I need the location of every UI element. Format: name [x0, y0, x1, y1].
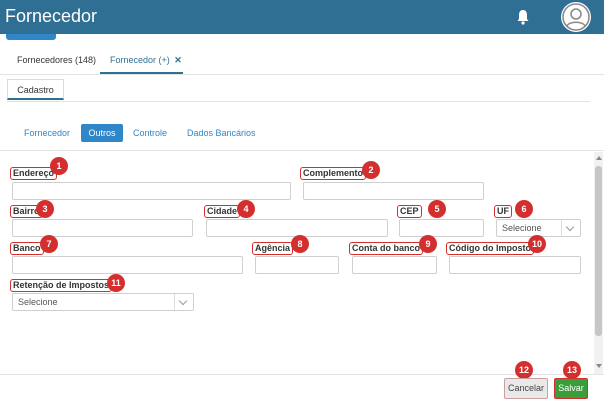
- cidade-label: Cidade: [204, 205, 241, 218]
- endereco-input[interactable]: [12, 182, 291, 200]
- form-scrollbar[interactable]: [594, 152, 603, 374]
- active-tab-indicator: [100, 72, 183, 74]
- annotation-badge-12: 12: [515, 361, 533, 379]
- annotation-badge-7: 7: [40, 235, 58, 253]
- save-button[interactable]: Salvar: [554, 378, 588, 399]
- tab-fornecedores[interactable]: Fornecedores (148): [17, 54, 96, 66]
- codigo-imposto-label: Código do Imposto: [446, 242, 534, 255]
- form-card-border: [0, 150, 604, 151]
- annotation-badge-13: 13: [563, 361, 581, 379]
- bell-icon[interactable]: [516, 9, 530, 25]
- subtab-cadastro[interactable]: Cadastro: [7, 79, 64, 100]
- scroll-up-icon[interactable]: [596, 156, 602, 160]
- agencia-input[interactable]: [255, 256, 339, 274]
- cancel-button[interactable]: Cancelar: [504, 378, 548, 399]
- cep-label: CEP: [397, 205, 422, 218]
- annotation-badge-9: 9: [419, 235, 437, 253]
- complemento-input[interactable]: [303, 182, 484, 200]
- select-divider: [174, 294, 175, 310]
- user-avatar[interactable]: [561, 2, 591, 32]
- section-outros[interactable]: Outros: [81, 124, 123, 142]
- chevron-down-icon[interactable]: [178, 296, 188, 306]
- select-divider: [561, 220, 562, 236]
- tab-bar: Fornecedores (148) Fornecedor (+) ✕: [0, 44, 604, 75]
- subtab-bar: Cadastro: [7, 79, 590, 102]
- section-controle[interactable]: Controle: [133, 124, 167, 142]
- conta-label: Conta do banco: [349, 242, 423, 255]
- chevron-down-icon[interactable]: [565, 222, 575, 232]
- codigo-imposto-input[interactable]: [449, 256, 581, 274]
- annotation-badge-4: 4: [237, 200, 255, 218]
- retencao-select[interactable]: Selecione: [12, 293, 194, 311]
- tab-fornecedor-new-label: Fornecedor (+): [110, 55, 170, 65]
- scroll-down-icon[interactable]: [596, 364, 602, 368]
- section-dados-bancarios[interactable]: Dados Bancários: [187, 124, 256, 142]
- uf-select-value: Selecione: [502, 223, 542, 233]
- annotation-badge-1: 1: [50, 157, 68, 175]
- cep-input[interactable]: [399, 219, 484, 237]
- retencao-label: Retenção de Impostos: [10, 279, 113, 292]
- uf-label: UF: [494, 205, 512, 218]
- close-icon[interactable]: ✕: [174, 55, 182, 65]
- app-title: Fornecedor: [5, 6, 98, 26]
- section-fornecedor[interactable]: Fornecedor: [24, 124, 70, 142]
- annotation-badge-2: 2: [362, 161, 380, 179]
- complemento-label: Complemento: [300, 167, 367, 180]
- agencia-label: Agência: [252, 242, 294, 255]
- conta-input[interactable]: [352, 256, 437, 274]
- app-header: Fornecedor: [0, 0, 604, 34]
- annotation-badge-5: 5: [428, 200, 446, 218]
- annotation-badge-10: 10: [528, 235, 546, 253]
- hidden-button-edge[interactable]: [6, 34, 56, 40]
- bairro-input[interactable]: [12, 219, 193, 237]
- scroll-thumb[interactable]: [595, 166, 602, 336]
- user-icon: [562, 3, 590, 31]
- retencao-select-value: Selecione: [18, 297, 58, 307]
- annotation-badge-11: 11: [107, 274, 125, 292]
- annotation-badge-6: 6: [515, 200, 533, 218]
- banco-input[interactable]: [12, 256, 243, 274]
- annotation-badge-8: 8: [291, 235, 309, 253]
- annotation-badge-3: 3: [36, 200, 54, 218]
- banco-label: Banco: [10, 242, 44, 255]
- tab-fornecedor-new[interactable]: Fornecedor (+) ✕: [110, 54, 182, 66]
